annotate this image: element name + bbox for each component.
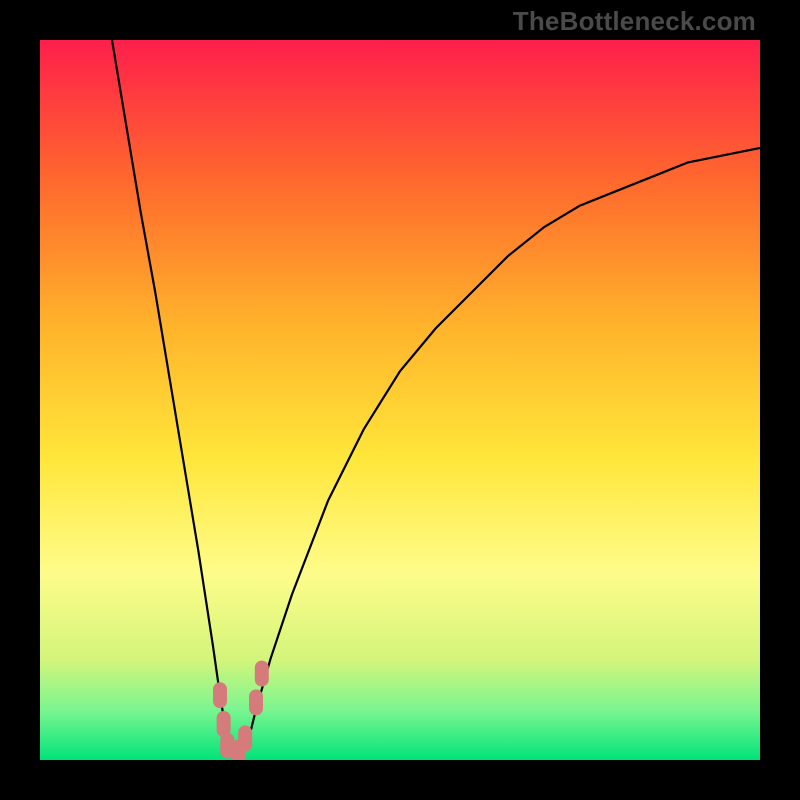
bottleneck-curve bbox=[112, 40, 760, 760]
chart-container: TheBottleneck.com bbox=[0, 0, 800, 800]
marker-point bbox=[249, 689, 263, 715]
curve-layer bbox=[40, 40, 760, 760]
marker-point bbox=[238, 725, 252, 751]
plot-area bbox=[40, 40, 760, 760]
curve-markers bbox=[213, 661, 269, 760]
marker-point bbox=[213, 682, 227, 708]
marker-point bbox=[255, 661, 269, 687]
watermark-text: TheBottleneck.com bbox=[513, 6, 756, 37]
